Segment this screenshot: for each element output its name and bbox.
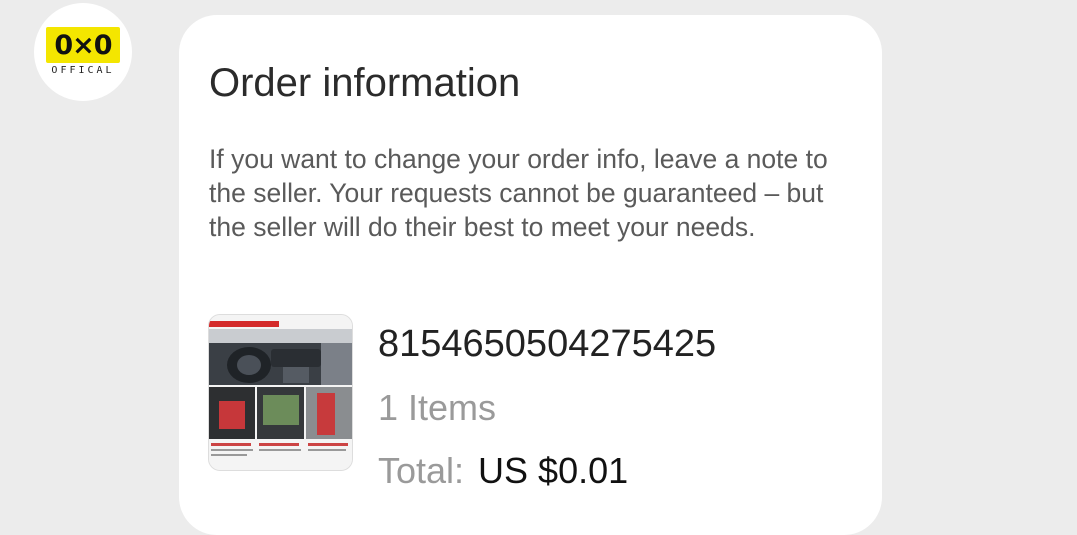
store-avatar[interactable]: 0×0 OFFICAL	[34, 3, 132, 101]
order-info-card: Order information If you want to change …	[179, 15, 882, 535]
total-value: US $0.01	[478, 450, 629, 491]
product-image-icon	[209, 315, 352, 470]
store-logo-icon: 0×0	[46, 27, 120, 63]
store-logo-text: OFFICAL	[51, 65, 115, 76]
order-total: Total: US $0.01	[378, 449, 628, 493]
total-label: Total:	[378, 450, 465, 491]
order-number: 8154650504275425	[378, 323, 717, 365]
order-info-title: Order information	[209, 61, 521, 105]
items-count: 1 Items	[378, 387, 497, 428]
product-thumbnail[interactable]	[208, 314, 353, 471]
order-info-note: If you want to change your order info, l…	[209, 144, 828, 242]
